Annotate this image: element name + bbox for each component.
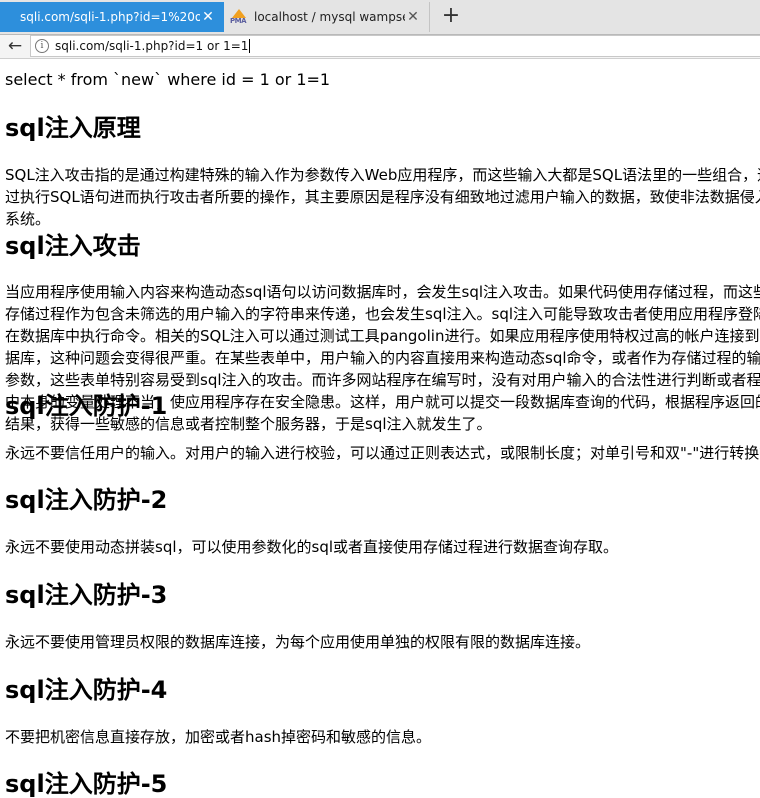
heading-protection-4: sql注入防护-4 (5, 676, 168, 704)
tab-bar: sqli.com/sqli-1.php?id=1%20or%201=1 ✕ PM… (0, 0, 760, 35)
close-tab-icon[interactable]: ✕ (405, 9, 421, 25)
back-button[interactable]: ← (4, 36, 26, 56)
tab-sqli[interactable]: sqli.com/sqli-1.php?id=1%20or%201=1 ✕ (0, 2, 224, 32)
paragraph-protection-1: 永远不要信任用户的输入。对用户的输入进行校验，可以通过正则表达式，或限制长度；对… (5, 444, 760, 462)
tab-phpmyadmin[interactable]: PMA localhost / mysql wampserver ✕ (224, 2, 430, 32)
paragraph-principle: SQL注入攻击指的是通过构建特殊的输入作为参数传入Web应用程序，而这些输入大都… (5, 166, 760, 228)
heading-protection-5: sql注入防护-5 (5, 770, 168, 798)
sql-query-output: select * from `new` where id = 1 or 1=1 (5, 70, 331, 89)
heading-protection-1: sql注入防护-1 (5, 392, 168, 420)
phpmyadmin-icon: PMA (230, 9, 248, 25)
text-caret (249, 39, 251, 53)
navigation-bar: ← i sqli.com/sqli-1.php?id=1 or 1=1 (0, 35, 760, 59)
close-tab-icon[interactable]: ✕ (200, 9, 216, 25)
heading-principle: sql注入原理 (5, 114, 141, 142)
url-input[interactable]: sqli.com/sqli-1.php?id=1 or 1=1 (55, 39, 248, 53)
tab-title: localhost / mysql wampserver (254, 10, 405, 24)
paragraph-protection-4: 不要把机密信息直接存放，加密或者hash掉密码和敏感的信息。 (5, 728, 432, 746)
address-bar[interactable]: i sqli.com/sqli-1.php?id=1 or 1=1 (30, 35, 760, 57)
heading-protection-2: sql注入防护-2 (5, 486, 168, 514)
tab-title: sqli.com/sqli-1.php?id=1%20or%201=1 (20, 10, 200, 24)
heading-attack: sql注入攻击 (5, 232, 141, 260)
heading-protection-3: sql注入防护-3 (5, 581, 168, 609)
info-icon[interactable]: i (35, 39, 49, 53)
new-tab-button[interactable]: + (439, 5, 463, 29)
paragraph-protection-2: 永远不要使用动态拼装sql，可以使用参数化的sql或者直接使用存储过程进行数据查… (5, 538, 619, 556)
paragraph-protection-3: 永远不要使用管理员权限的数据库连接，为每个应用使用单独的权限有限的数据库连接。 (5, 633, 591, 651)
